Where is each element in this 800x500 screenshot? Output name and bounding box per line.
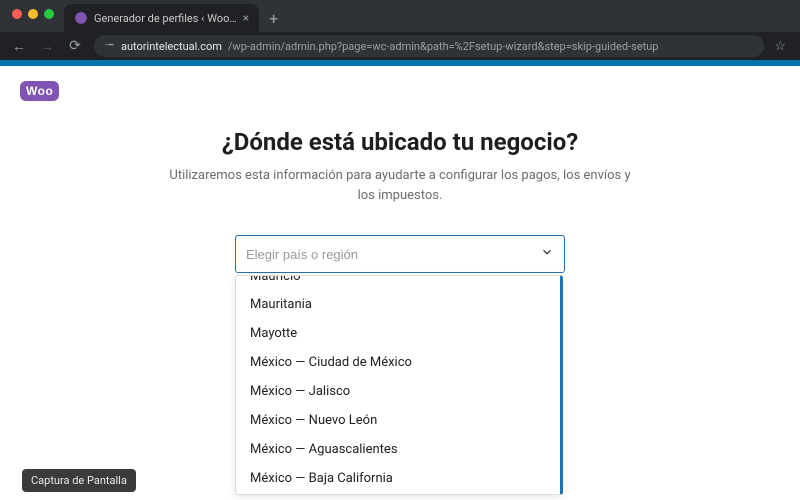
- dropdown-option[interactable]: Mauritania: [236, 290, 560, 319]
- browser-tab[interactable]: Generador de perfiles ‹ Woo… ×: [64, 4, 259, 32]
- back-button[interactable]: ←: [10, 38, 28, 55]
- address-row: ← → ⟳ autorintelectual.com/wp-admin/admi…: [0, 32, 800, 60]
- page-content: Woo ¿Dónde está ubicado tu negocio? Util…: [0, 66, 800, 500]
- dropdown-option[interactable]: México — Baja California: [236, 464, 560, 493]
- reload-button[interactable]: ⟳: [66, 38, 84, 54]
- woo-logo-text: Woo: [20, 81, 59, 101]
- browser-chrome: Generador de perfiles ‹ Woo… × + ← → ⟳ a…: [0, 0, 800, 60]
- url-domain: autorintelectual.com: [121, 40, 222, 53]
- page-title: ¿Dónde está ubicado tu negocio?: [222, 128, 578, 156]
- dropdown-option-partial[interactable]: Mauricio: [236, 276, 560, 290]
- minimize-window-button[interactable]: [28, 9, 38, 19]
- dropdown-option[interactable]: México — Jalisco: [236, 377, 560, 406]
- close-window-button[interactable]: [12, 9, 22, 19]
- dropdown-option[interactable]: México — Aguascalientes: [236, 435, 560, 464]
- address-bar[interactable]: autorintelectual.com/wp-admin/admin.php?…: [94, 35, 764, 57]
- country-select-input-wrap[interactable]: [235, 235, 565, 273]
- page-subtext: Utilizaremos esta información para ayuda…: [160, 166, 640, 205]
- tab-title: Generador de perfiles ‹ Woo…: [94, 12, 237, 25]
- screenshot-tooltip: Captura de Pantalla: [22, 469, 136, 492]
- country-input[interactable]: [246, 247, 540, 262]
- chevron-down-icon[interactable]: [540, 245, 554, 263]
- dropdown-option[interactable]: México — Ciudad de México: [236, 348, 560, 377]
- url-path: /wp-admin/admin.php?page=wc-admin&path=%…: [228, 40, 659, 53]
- country-select: Mauricio Mauritania Mayotte México — Ciu…: [235, 235, 565, 273]
- country-dropdown: Mauricio Mauritania Mayotte México — Ciu…: [235, 275, 563, 495]
- tab-strip: Generador de perfiles ‹ Woo… × +: [0, 0, 800, 32]
- new-tab-button[interactable]: +: [259, 9, 288, 32]
- site-info-icon[interactable]: [104, 39, 115, 53]
- maximize-window-button[interactable]: [44, 9, 54, 19]
- dropdown-option[interactable]: Mayotte: [236, 319, 560, 348]
- setup-form: ¿Dónde está ubicado tu negocio? Utilizar…: [0, 66, 800, 273]
- dropdown-option[interactable]: México — Nuevo León: [236, 406, 560, 435]
- close-tab-icon[interactable]: ×: [243, 11, 249, 25]
- forward-button[interactable]: →: [38, 38, 56, 55]
- tab-favicon: [74, 11, 88, 25]
- dropdown-option[interactable]: México — Baja California Sur: [236, 493, 560, 495]
- bookmark-icon[interactable]: ☆: [774, 39, 790, 54]
- window-controls: [8, 0, 64, 32]
- woo-logo: Woo: [20, 80, 59, 99]
